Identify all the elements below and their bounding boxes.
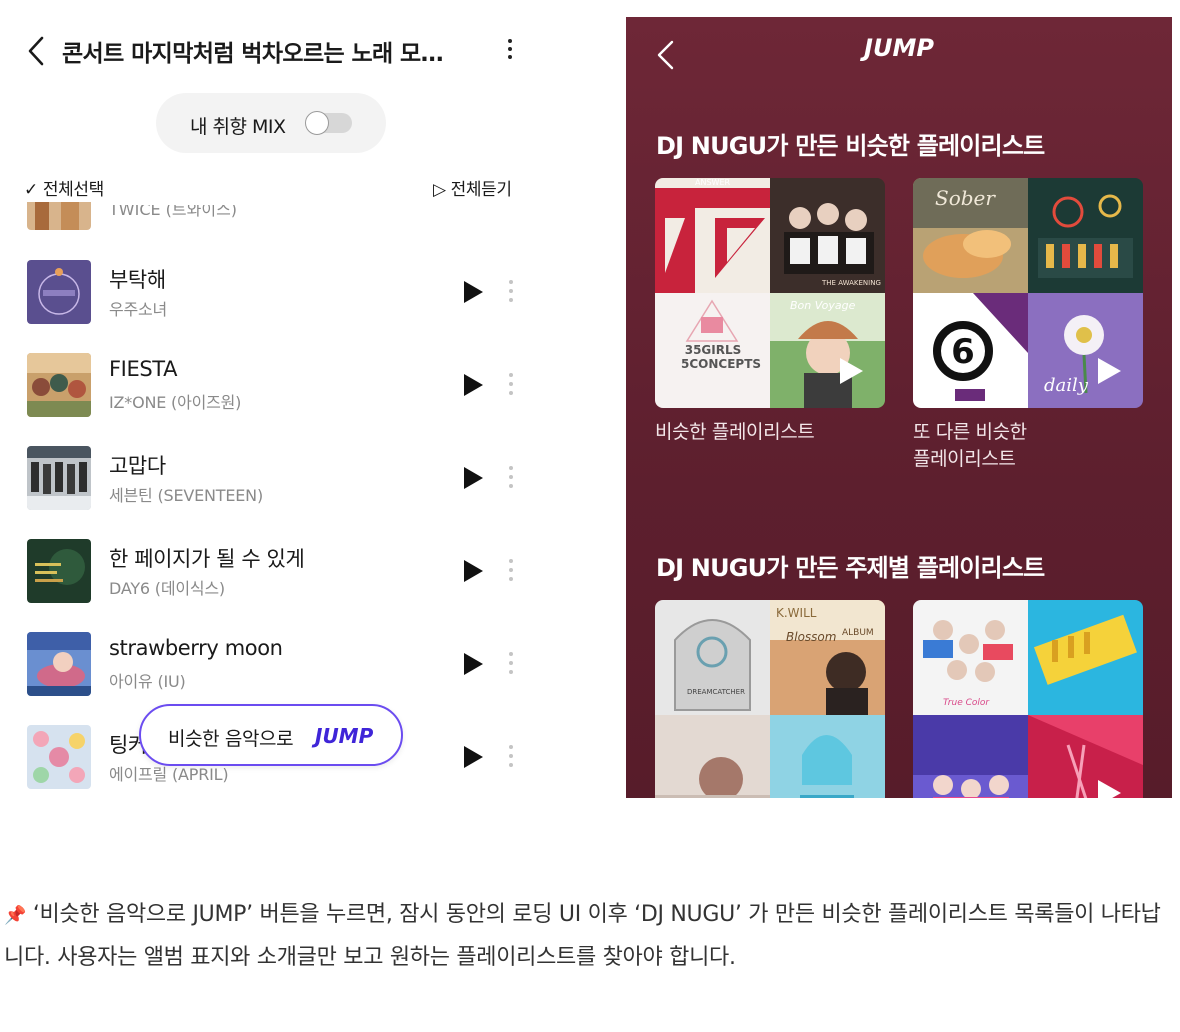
song-artist: 우주소녀 (109, 300, 168, 319)
album-cover (1028, 600, 1143, 715)
jump-screen: JUMP DJ NUGU가 만든 비슷한 플레이리스트 ANSWER THE A… (626, 17, 1172, 798)
album-cover: THE AWAKENING (770, 178, 885, 293)
album-art (27, 353, 91, 417)
playlist-card[interactable]: ANSWER THE AWAKENING 35GIRLS 5CONCEPTS B… (655, 178, 885, 408)
list-item[interactable]: 한 페이지가 될 수 있게 DAY6 (데이식스) (0, 539, 560, 609)
list-item[interactable]: strawberry moon 아이유 (IU) (0, 632, 560, 702)
mix-toggle-pill[interactable]: 내 취향 MIX (156, 93, 386, 153)
album-cover: 6 (913, 293, 1028, 408)
list-item[interactable]: FIESTA IZ*ONE (아이즈원) (0, 353, 560, 423)
playlist-card[interactable]: DREAMCATCHER K.WILL Blossom ALBUM (655, 600, 885, 798)
playlist-card[interactable]: True Color (913, 600, 1143, 798)
album-cover (1028, 178, 1143, 293)
list-item[interactable]: 고맙다 세븐틴 (SEVENTEEN) (0, 446, 560, 516)
album-cover: ANSWER (655, 178, 770, 293)
mix-label: 내 취향 MIX (190, 116, 286, 138)
song-title: FIESTA (109, 357, 178, 381)
song-title: 고맙다 (109, 454, 166, 478)
toggle-icon[interactable] (305, 111, 352, 135)
song-artist: 세븐틴 (SEVENTEEN) (109, 486, 263, 505)
playlist-caption: 또 다른 비슷한 플레이리스트 (913, 421, 1027, 470)
more-vertical-icon[interactable] (504, 464, 518, 494)
song-title: strawberry moon (109, 636, 283, 660)
more-vertical-icon[interactable] (504, 650, 518, 680)
top-bar: 콘서트 마지막처럼 벅차오르는 노래 모… (0, 24, 560, 80)
album-cover: K.WILL Blossom ALBUM (770, 600, 885, 715)
play-icon[interactable] (462, 652, 484, 676)
jump-similar-button[interactable]: 비슷한 음악으로 JUMP (139, 704, 403, 766)
album-art (27, 725, 91, 789)
album-cover (1028, 715, 1143, 798)
album-art (27, 632, 91, 696)
list-item[interactable]: 부탁해 우주소녀 (0, 260, 560, 330)
play-icon[interactable] (462, 745, 484, 769)
song-title: 한 페이지가 될 수 있게 (109, 547, 305, 571)
page-title: 콘서트 마지막처럼 벅차오르는 노래 모… (62, 41, 444, 67)
more-vertical-icon[interactable] (504, 743, 518, 773)
jump-accent-label: JUMP (315, 724, 374, 748)
song-artist: DAY6 (데이식스) (109, 579, 225, 598)
album-cover (770, 715, 885, 798)
play-icon[interactable] (462, 466, 484, 490)
play-icon[interactable] (1095, 356, 1123, 386)
play-icon[interactable] (1095, 778, 1123, 798)
song-artist: 아이유 (IU) (109, 672, 186, 691)
section-heading-theme: DJ NUGU가 만든 주제별 플레이리스트 (656, 554, 1045, 582)
play-all-button[interactable]: ▷ 전체듣기 (433, 175, 512, 200)
description-text: 📌 ‘비슷한 음악으로 JUMP’ 버튼을 누르면, 잠시 동안의 로딩 UI … (4, 894, 1174, 979)
svg-text:6: 6 (951, 332, 975, 372)
album-art (27, 539, 91, 603)
section-heading-similar: DJ NUGU가 만든 비슷한 플레이리스트 (656, 132, 1045, 160)
jump-button-label: 비슷한 음악으로 (168, 728, 294, 750)
song-title: 부탁해 (109, 268, 166, 292)
back-chevron-icon[interactable] (22, 34, 52, 68)
album-cover (655, 715, 770, 798)
play-icon[interactable] (462, 559, 484, 583)
album-art (27, 260, 91, 324)
album-cover: Bon Voyage (770, 293, 885, 408)
more-vertical-icon[interactable] (500, 36, 520, 66)
playlist-caption: 비슷한 플레이리스트 (655, 421, 815, 443)
play-icon[interactable] (462, 280, 484, 304)
more-vertical-icon[interactable] (504, 278, 518, 308)
album-cover: Sober (913, 178, 1028, 293)
description-body: ‘비슷한 음악으로 JUMP’ 버튼을 누르면, 잠시 동안의 로딩 UI 이후… (4, 902, 1161, 970)
play-icon[interactable] (462, 373, 484, 397)
more-vertical-icon[interactable] (504, 371, 518, 401)
song-artist: IZ*ONE (아이즈원) (109, 393, 242, 412)
playlist-card[interactable]: Sober 6 daily (913, 178, 1143, 408)
album-art (27, 202, 91, 230)
play-icon[interactable] (837, 356, 865, 386)
pin-icon: 📌 (4, 905, 27, 926)
album-cover: DREAMCATCHER (655, 600, 770, 715)
playlist-screen: 콘서트 마지막처럼 벅차오르는 노래 모… 내 취향 MIX ✓ 전체선택 ▷ … (0, 0, 560, 800)
album-art (27, 446, 91, 510)
album-cover: True Color (913, 600, 1028, 715)
jump-screen-title: JUMP (864, 34, 934, 62)
selection-bar: ✓ 전체선택 ▷ 전체듣기 (0, 172, 560, 202)
song-artist: TWICE (트와이스) (109, 205, 238, 219)
album-cover: daily (1028, 293, 1143, 408)
album-cover (913, 715, 1028, 798)
album-cover: 35GIRLS 5CONCEPTS (655, 293, 770, 408)
select-all-button[interactable]: ✓ 전체선택 (24, 175, 104, 200)
more-vertical-icon[interactable] (504, 557, 518, 587)
